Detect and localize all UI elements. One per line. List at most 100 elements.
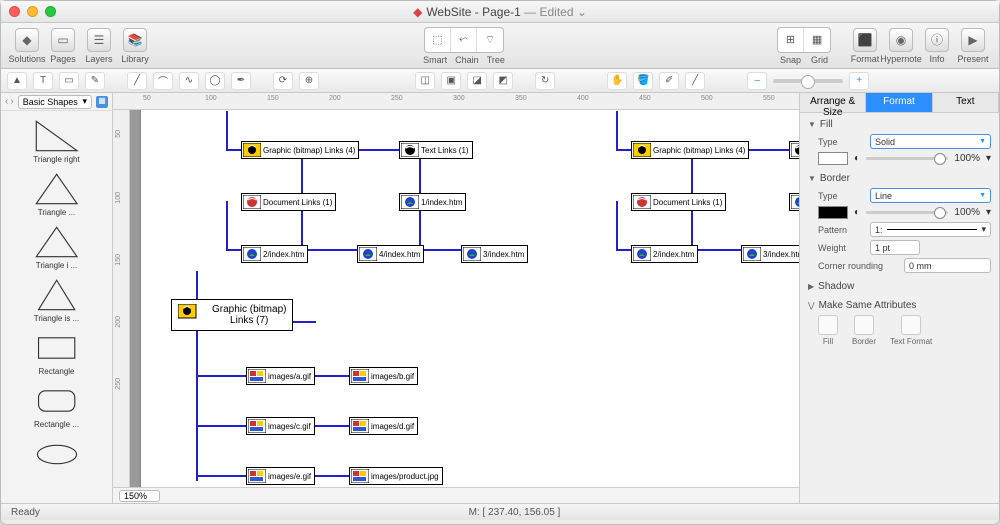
web-icon xyxy=(359,247,377,261)
library-button[interactable]: 📚Library xyxy=(119,28,151,64)
format-button[interactable]: ⬛Format xyxy=(849,28,881,64)
diagram-node[interactable]: 4/index.htm xyxy=(357,245,424,263)
back-tool[interactable]: ◩ xyxy=(493,72,513,90)
canvas-area: 50100150200250300350400450500550600 5010… xyxy=(113,93,799,503)
border-type-select[interactable]: Line▼ xyxy=(870,188,991,203)
fill-opacity-value: 100% xyxy=(954,153,980,164)
diagram-node[interactable]: Text Lin xyxy=(789,141,799,159)
diagram-node[interactable]: images/c.gif xyxy=(246,417,315,435)
make-same-header[interactable]: ⋁Make Same Attributes xyxy=(808,300,991,311)
weight-input[interactable]: 1 pt xyxy=(870,240,920,255)
solutions-button[interactable]: ◆Solutions xyxy=(11,28,43,64)
window-title: ◆WebSite - Page-1 — Edited ⌄ xyxy=(1,5,999,19)
layers-button[interactable]: ☰Layers xyxy=(83,28,115,64)
rotate-tool[interactable]: ↻ xyxy=(535,72,555,90)
shape-triangleright[interactable]: Triangle right xyxy=(1,115,112,168)
corner-input[interactable]: 0 mm xyxy=(904,258,991,273)
diagram-node-large[interactable]: Graphic (bitmap) Links (7) xyxy=(171,299,293,331)
tab-text[interactable]: Text xyxy=(933,93,999,112)
fill-color-swatch[interactable] xyxy=(818,152,848,165)
minimize-icon[interactable] xyxy=(27,6,38,17)
zoom-select[interactable]: 150% xyxy=(119,490,160,502)
close-icon[interactable] xyxy=(9,6,20,17)
pages-button[interactable]: ▭Pages xyxy=(47,28,79,64)
fill-type-select[interactable]: Solid▼ xyxy=(870,134,991,149)
diagram-node[interactable]: Graphic (bitmap) Links (4) xyxy=(241,141,359,159)
shape-rectangle[interactable]: Rectangle ... xyxy=(1,380,112,433)
group-tool[interactable]: ▣ xyxy=(441,72,461,90)
dropper-tool[interactable]: ✐ xyxy=(659,72,679,90)
shape-category-dropdown[interactable]: Basic Shapes▾ xyxy=(18,95,92,109)
arc-tool[interactable]: ⌒ xyxy=(153,72,173,90)
border-opacity-value: 100% xyxy=(954,207,980,218)
diagram-node[interactable]: images/e.gif xyxy=(246,467,315,485)
diagram-node[interactable]: Text Links (1) xyxy=(399,141,473,159)
zoom-icon[interactable] xyxy=(45,6,56,17)
pattern-select[interactable]: 1:▾ xyxy=(870,222,991,237)
shape-trianglei[interactable]: Triangle i ... xyxy=(1,221,112,274)
make-same-fill[interactable]: Fill xyxy=(818,315,838,346)
chain-button[interactable]: ⬿ xyxy=(451,28,477,52)
canvas[interactable]: Marketing Web Site Graphic (bitmap) Link… xyxy=(130,110,799,487)
diagram-node[interactable]: 3/index.htm xyxy=(741,245,799,263)
tool-toolbar: ▲ T ▭ ✎ ╱ ⌒ ∿ ◯ ✒ ⟳ ⊕ ◫ ▣ ◪ ◩ ↻ ✋ 🪣 ✐ ╱ … xyxy=(1,69,999,93)
diagram-node[interactable]: 2/index.htm xyxy=(631,245,698,263)
diagram-node[interactable]: 1/index.htm xyxy=(789,193,799,211)
make-same-border[interactable]: Border xyxy=(852,315,876,346)
fill-section-header[interactable]: ▼Fill xyxy=(808,119,991,130)
diagram-node[interactable]: images/b.gif xyxy=(349,367,418,385)
border-type-label: Type xyxy=(818,191,864,201)
stamp-tool[interactable]: ⊕ xyxy=(299,72,319,90)
present-button[interactable]: ▶Present xyxy=(957,28,989,64)
line-tool[interactable]: ╱ xyxy=(127,72,147,90)
note-tool[interactable]: ✎ xyxy=(85,72,105,90)
eyedropper-tool[interactable]: ╱ xyxy=(685,72,705,90)
diagram-node[interactable]: images/product.jpg xyxy=(349,467,443,485)
diagram-node[interactable]: 1/index.htm xyxy=(399,193,466,211)
hypernote-button[interactable]: ◉Hypernote xyxy=(885,28,917,64)
zoom-slider[interactable] xyxy=(773,79,843,83)
border-color-swatch[interactable] xyxy=(818,206,848,219)
shape-triangle[interactable]: Triangle ... xyxy=(1,168,112,221)
tab-format[interactable]: Format xyxy=(866,93,932,112)
border-section-header[interactable]: ▼Border xyxy=(808,173,991,184)
front-tool[interactable]: ◪ xyxy=(467,72,487,90)
diagram-node[interactable]: 2/index.htm xyxy=(241,245,308,263)
crop-tool[interactable]: ⟳ xyxy=(273,72,293,90)
tree-button[interactable]: ⌔ xyxy=(477,28,503,52)
fill-opacity-slider[interactable] xyxy=(866,157,948,160)
page[interactable]: Marketing Web Site Graphic (bitmap) Link… xyxy=(140,110,799,487)
text-tool[interactable]: T xyxy=(33,72,53,90)
fill-tool[interactable]: 🪣 xyxy=(633,72,653,90)
diagram-node[interactable]: Document Links (1) xyxy=(631,193,726,211)
shape-tool[interactable]: ◯ xyxy=(205,72,225,90)
shape-rectangle[interactable]: Rectangle xyxy=(1,327,112,380)
tab-arrangesize[interactable]: Arrange & Size xyxy=(800,93,866,112)
snap-button[interactable]: ⊞ xyxy=(778,28,804,52)
grid-button[interactable]: ▦ xyxy=(804,28,830,52)
pen-tool[interactable]: ✒ xyxy=(231,72,251,90)
align-tool[interactable]: ◫ xyxy=(415,72,435,90)
color-picker-icon[interactable]: ◐ xyxy=(854,207,860,218)
panel-nav[interactable]: ‹› xyxy=(5,96,14,107)
border-opacity-slider[interactable] xyxy=(866,211,948,214)
zoom-out-button[interactable]: – xyxy=(747,72,767,90)
shape-ellipse[interactable] xyxy=(1,433,112,475)
shadow-section-header[interactable]: ▶Shadow xyxy=(808,281,991,292)
diagram-node[interactable]: Graphic (bitmap) Links (4) xyxy=(631,141,749,159)
section-tool[interactable]: ▭ xyxy=(59,72,79,90)
diagram-node[interactable]: Document Links (1) xyxy=(241,193,336,211)
diagram-node[interactable]: images/a.gif xyxy=(246,367,315,385)
make-same-textformat[interactable]: Text Format xyxy=(890,315,932,346)
color-picker-icon[interactable]: ◐ xyxy=(854,153,860,164)
smart-button[interactable]: ⬚ xyxy=(425,28,451,52)
diagram-node[interactable]: 3/index.htm xyxy=(461,245,528,263)
info-button[interactable]: ⓘInfo xyxy=(921,28,953,64)
zoom-in-button[interactable]: + xyxy=(849,72,869,90)
shape-triangleis[interactable]: Triangle is ... xyxy=(1,274,112,327)
pointer-tool[interactable]: ▲ xyxy=(7,72,27,90)
pan-tool[interactable]: ✋ xyxy=(607,72,627,90)
diagram-node[interactable]: images/d.gif xyxy=(349,417,418,435)
spline-tool[interactable]: ∿ xyxy=(179,72,199,90)
shape-view-toggle[interactable]: ▦ xyxy=(96,96,108,108)
